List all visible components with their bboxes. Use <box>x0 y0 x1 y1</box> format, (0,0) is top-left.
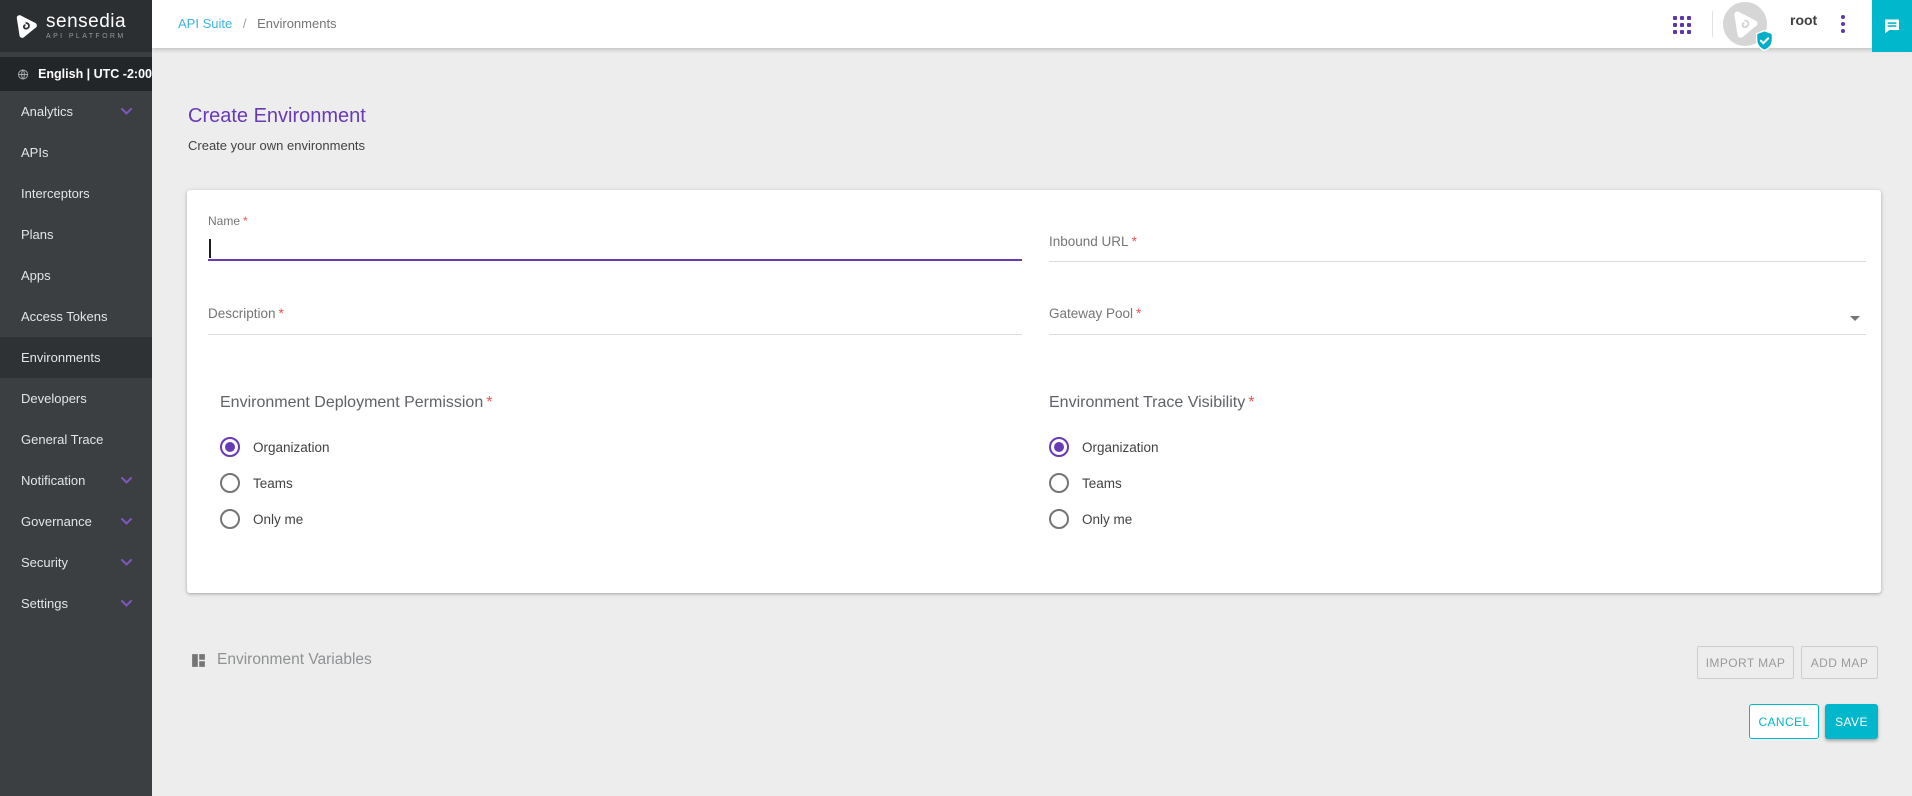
create-environment-card: Name* Inbound URL* Description* Gateway … <box>187 190 1881 593</box>
sidebar-item-governance[interactable]: Governance <box>0 501 152 542</box>
trace-visibility-group: Environment Trace Visibility* Organizati… <box>1049 392 1254 533</box>
caret-down-icon <box>1850 316 1860 321</box>
gateway-pool-underline <box>1049 334 1866 335</box>
brand-logo[interactable]: sensedia API PLATFORM <box>0 0 152 52</box>
name-field-label: Name <box>208 214 240 228</box>
gateway-pool-select[interactable]: Gateway Pool* <box>1049 282 1866 335</box>
vertical-ellipsis-icon <box>1840 14 1846 34</box>
description-field[interactable]: Description* <box>208 282 1022 335</box>
radio-button-selected[interactable] <box>220 437 240 457</box>
chevron-down-icon <box>121 559 132 566</box>
radio-deployment-organization[interactable]: Organization <box>220 433 492 461</box>
radio-button[interactable] <box>220 509 240 529</box>
apps-grid-button[interactable] <box>1673 16 1691 34</box>
verified-badge <box>1753 29 1776 52</box>
breadcrumb-separator: / <box>243 16 247 31</box>
required-marker: * <box>1136 306 1141 321</box>
inbound-url-field-label: Inbound URL <box>1049 234 1129 249</box>
radio-trace-organization[interactable]: Organization <box>1049 433 1254 461</box>
chat-button[interactable] <box>1872 0 1912 52</box>
breadcrumb: API Suite / Environments <box>178 0 337 48</box>
breadcrumb-api-suite[interactable]: API Suite <box>178 16 232 31</box>
sidebar-item-security[interactable]: Security <box>0 542 152 583</box>
sidebar-item-developers[interactable]: Developers <box>0 378 152 419</box>
required-marker: * <box>279 306 284 321</box>
grid-3x3-icon <box>1673 16 1691 34</box>
required-marker: * <box>486 394 492 411</box>
sidebar-item-notification[interactable]: Notification <box>0 460 152 501</box>
required-marker: * <box>1248 394 1254 411</box>
sensedia-swirl-icon <box>13 13 39 39</box>
sidebar-item-general-trace[interactable]: General Trace <box>0 419 152 460</box>
save-button[interactable]: SAVE <box>1825 704 1878 739</box>
page-title: Create Environment <box>188 105 366 128</box>
top-header: API Suite / Environments root <box>152 0 1912 48</box>
radio-trace-only-me[interactable]: Only me <box>1049 505 1254 533</box>
brand-tagline: API PLATFORM <box>46 33 126 40</box>
sidebar-item-interceptors[interactable]: Interceptors <box>0 173 152 214</box>
sidebar-item-plans[interactable]: Plans <box>0 214 152 255</box>
deployment-permission-heading: Environment Deployment Permission <box>220 394 483 411</box>
inbound-url-field-underline <box>1049 261 1866 262</box>
username-label[interactable]: root <box>1790 12 1817 28</box>
sidebar-item-environments[interactable]: Environments <box>0 337 152 378</box>
radio-deployment-only-me[interactable]: Only me <box>220 505 492 533</box>
name-field-underline <box>208 259 1022 261</box>
speech-bubble-icon <box>1881 16 1903 37</box>
sidebar-item-access-tokens[interactable]: Access Tokens <box>0 296 152 337</box>
gateway-pool-select-label: Gateway Pool <box>1049 306 1133 321</box>
sidebar: sensedia API PLATFORM English | UTC -2:0… <box>0 0 152 796</box>
description-field-underline <box>208 334 1022 335</box>
add-map-button[interactable]: ADD MAP <box>1801 646 1878 679</box>
page-subtitle: Create your own environments <box>188 138 365 153</box>
radio-button[interactable] <box>220 473 240 493</box>
radio-button[interactable] <box>1049 509 1069 529</box>
language-timezone-label: English | UTC -2:00 <box>38 67 152 81</box>
breadcrumb-environments: Environments <box>257 16 336 31</box>
inbound-url-field[interactable]: Inbound URL* <box>1049 210 1866 262</box>
environment-variables-title: Environment Variables <box>217 651 372 669</box>
description-field-label: Description <box>208 306 276 321</box>
radio-deployment-teams[interactable]: Teams <box>220 469 492 497</box>
chevron-down-icon <box>121 477 132 484</box>
trace-visibility-heading: Environment Trace Visibility <box>1049 394 1245 411</box>
environment-variables-header: Environment Variables <box>190 651 372 669</box>
sidebar-item-apps[interactable]: Apps <box>0 255 152 296</box>
required-marker: * <box>243 214 248 228</box>
text-cursor <box>209 239 211 258</box>
dashboard-grid-icon <box>190 652 207 669</box>
name-field[interactable]: Name* <box>208 210 1022 261</box>
import-map-button[interactable]: IMPORT MAP <box>1697 646 1794 679</box>
main-content: Create Environment Create your own envir… <box>152 48 1912 796</box>
user-menu-button[interactable] <box>1840 14 1846 34</box>
shield-check-icon <box>1753 29 1776 52</box>
chevron-down-icon <box>121 518 132 525</box>
required-marker: * <box>1132 234 1137 249</box>
radio-button[interactable] <box>1049 473 1069 493</box>
sidebar-nav: Analytics APIs Interceptors Plans Apps A… <box>0 91 152 624</box>
chevron-down-icon <box>121 600 132 607</box>
deployment-permission-group: Environment Deployment Permission* Organ… <box>220 392 492 533</box>
language-timezone-bar[interactable]: English | UTC -2:00 <box>0 57 152 91</box>
sidebar-item-settings[interactable]: Settings <box>0 583 152 624</box>
chevron-down-icon <box>121 108 132 115</box>
brand-name: sensedia <box>46 12 126 31</box>
globe-icon <box>17 67 29 82</box>
cancel-button[interactable]: CANCEL <box>1749 704 1819 739</box>
radio-button-selected[interactable] <box>1049 437 1069 457</box>
sidebar-item-analytics[interactable]: Analytics <box>0 91 152 132</box>
header-divider <box>1712 11 1713 37</box>
radio-trace-teams[interactable]: Teams <box>1049 469 1254 497</box>
sidebar-item-apis[interactable]: APIs <box>0 132 152 173</box>
